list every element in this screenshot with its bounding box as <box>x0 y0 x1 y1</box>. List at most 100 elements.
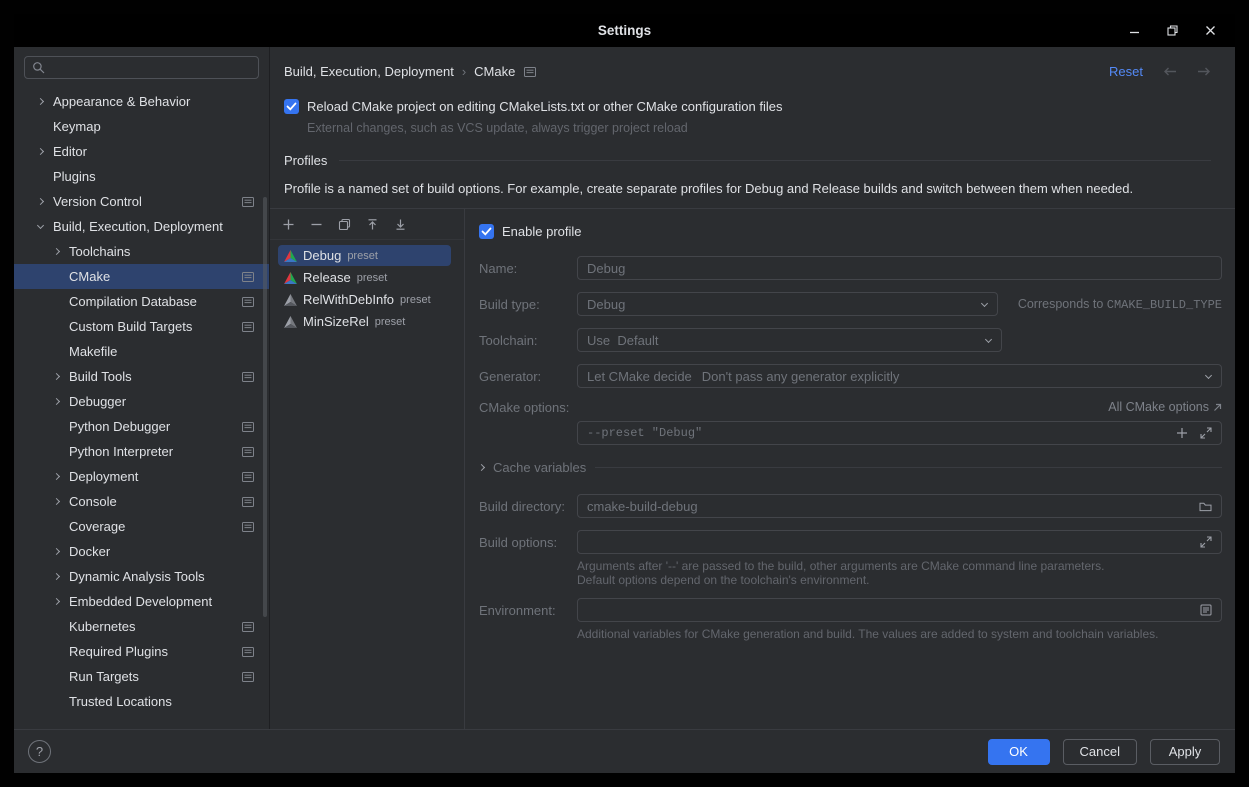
move-up-button[interactable] <box>360 213 384 235</box>
sidebar-item-toolchains[interactable]: Toolchains <box>14 239 269 264</box>
sidebar-item-kubernetes[interactable]: Kubernetes <box>14 614 269 639</box>
screen: Settings <box>0 0 1249 787</box>
sidebar-item-appearance-behavior[interactable]: Appearance & Behavior <box>14 89 269 114</box>
enable-profile-checkbox[interactable] <box>479 224 494 239</box>
profiles-toolbar <box>270 209 464 240</box>
sidebar-item-docker[interactable]: Docker <box>14 539 269 564</box>
ok-button[interactable]: OK <box>988 739 1050 765</box>
sidebar-item-embedded-development[interactable]: Embedded Development <box>14 589 269 614</box>
sidebar-item-label: Keymap <box>53 119 101 134</box>
sidebar-scrollbar[interactable] <box>263 197 267 617</box>
chevron-right-icon[interactable] <box>33 199 47 204</box>
chevron-right-icon[interactable] <box>49 399 63 404</box>
reset-link[interactable]: Reset <box>1109 64 1143 79</box>
cancel-button[interactable]: Cancel <box>1063 739 1137 765</box>
chevron-right-icon[interactable] <box>49 574 63 579</box>
copy-profile-button[interactable] <box>332 213 356 235</box>
sidebar-item-python-debugger[interactable]: Python Debugger <box>14 414 269 439</box>
enable-profile-row[interactable]: Enable profile <box>479 224 1222 239</box>
chevron-right-icon[interactable] <box>49 474 63 479</box>
sidebar-item-plugins[interactable]: Plugins <box>14 164 269 189</box>
sidebar-item-label: Docker <box>69 544 110 559</box>
window-title: Settings <box>598 23 651 38</box>
sidebar-item-custom-build-targets[interactable]: Custom Build Targets <box>14 314 269 339</box>
chevron-right-icon[interactable] <box>478 464 485 471</box>
toolchain-select[interactable]: Use Default <box>577 328 1002 352</box>
chevron-right-icon[interactable] <box>49 374 63 379</box>
reload-checkbox-row[interactable]: Reload CMake project on editing CMakeLis… <box>284 99 1211 114</box>
profile-row-relwithdebinfo[interactable]: RelWithDebInfopreset <box>278 289 451 310</box>
all-cmake-options-link[interactable]: All CMake options <box>1108 400 1209 414</box>
minimize-button[interactable] <box>1127 24 1141 38</box>
sidebar-item-python-interpreter[interactable]: Python Interpreter <box>14 439 269 464</box>
help-button[interactable]: ? <box>28 740 51 763</box>
maximize-button[interactable] <box>1165 24 1179 38</box>
sidebar-item-build-execution-deployment[interactable]: Build, Execution, Deployment <box>14 214 269 239</box>
expand-field-icon[interactable] <box>1200 427 1212 439</box>
breadcrumb-separator: › <box>462 64 466 79</box>
per-project-settings-icon <box>242 522 254 532</box>
sidebar-item-version-control[interactable]: Version Control <box>14 189 269 214</box>
chevron-down-icon[interactable] <box>33 225 47 228</box>
sidebar-item-label: Plugins <box>53 169 96 184</box>
sidebar-item-trusted-locations[interactable]: Trusted Locations <box>14 689 269 714</box>
profiles-panel: DebugpresetReleasepresetRelWithDebInfopr… <box>270 209 465 729</box>
build-type-select[interactable]: Debug <box>577 292 998 316</box>
build-directory-input[interactable]: cmake-build-debug <box>577 494 1222 518</box>
environment-hint: Additional variables for CMake generatio… <box>577 627 1167 641</box>
forward-arrow-icon[interactable] <box>1197 66 1211 77</box>
search-input[interactable] <box>51 60 251 75</box>
sidebar-item-required-plugins[interactable]: Required Plugins <box>14 639 269 664</box>
environment-variables-icon[interactable] <box>1200 604 1212 616</box>
external-link-icon <box>1213 403 1222 412</box>
back-arrow-icon[interactable] <box>1163 66 1177 77</box>
settings-content: Build, Execution, Deployment › CMake Res… <box>270 47 1235 729</box>
generator-select[interactable]: Let CMake decide Don't pass any generato… <box>577 364 1222 388</box>
profile-row-debug[interactable]: Debugpreset <box>278 245 451 266</box>
sidebar-item-cmake[interactable]: CMake <box>14 264 269 289</box>
reload-checkbox[interactable] <box>284 99 299 114</box>
sidebar-item-editor[interactable]: Editor <box>14 139 269 164</box>
profile-row-release[interactable]: Releasepreset <box>278 267 451 288</box>
profile-name: MinSizeRel <box>303 314 369 329</box>
breadcrumb-parent[interactable]: Build, Execution, Deployment <box>284 64 454 79</box>
per-project-settings-icon <box>242 372 254 382</box>
chevron-right-icon[interactable] <box>49 249 63 254</box>
generator-label: Generator: <box>479 369 577 384</box>
chevron-right-icon[interactable] <box>49 599 63 604</box>
cache-variables-toggle[interactable]: Cache variables <box>493 460 586 475</box>
cmake-options-input[interactable]: --preset "Debug" <box>577 421 1222 445</box>
sidebar-item-makefile[interactable]: Makefile <box>14 339 269 364</box>
build-options-input[interactable] <box>577 530 1222 554</box>
add-profile-button[interactable] <box>276 213 300 235</box>
per-project-settings-icon <box>242 472 254 482</box>
settings-tree: Appearance & Behavior Keymap Editor Plugins… <box>14 83 269 729</box>
environment-input[interactable] <box>577 598 1222 622</box>
sidebar-item-debugger[interactable]: Debugger <box>14 389 269 414</box>
sidebar-item-label: Coverage <box>69 519 125 534</box>
sidebar-item-console[interactable]: Console <box>14 489 269 514</box>
sidebar-item-compilation-database[interactable]: Compilation Database <box>14 289 269 314</box>
expand-field-icon[interactable] <box>1200 536 1212 548</box>
add-option-icon[interactable] <box>1176 427 1188 439</box>
profile-row-minsizerel[interactable]: MinSizeRelpreset <box>278 311 451 332</box>
sidebar-item-run-targets[interactable]: Run Targets <box>14 664 269 689</box>
sidebar-item-keymap[interactable]: Keymap <box>14 114 269 139</box>
chevron-right-icon[interactable] <box>49 549 63 554</box>
sidebar-item-build-tools[interactable]: Build Tools <box>14 364 269 389</box>
chevron-right-icon[interactable] <box>33 149 47 154</box>
sidebar-item-coverage[interactable]: Coverage <box>14 514 269 539</box>
sidebar-item-dynamic-analysis-tools[interactable]: Dynamic Analysis Tools <box>14 564 269 589</box>
window-controls <box>1127 14 1217 47</box>
folder-browse-icon[interactable] <box>1199 501 1212 512</box>
chevron-right-icon[interactable] <box>49 499 63 504</box>
sidebar-item-deployment[interactable]: Deployment <box>14 464 269 489</box>
apply-button[interactable]: Apply <box>1150 739 1220 765</box>
remove-profile-button[interactable] <box>304 213 328 235</box>
chevron-right-icon[interactable] <box>33 99 47 104</box>
close-button[interactable] <box>1203 24 1217 38</box>
settings-window: Settings <box>14 14 1235 773</box>
settings-search[interactable] <box>24 56 259 79</box>
move-down-button[interactable] <box>388 213 412 235</box>
name-input[interactable]: Debug <box>577 256 1222 280</box>
